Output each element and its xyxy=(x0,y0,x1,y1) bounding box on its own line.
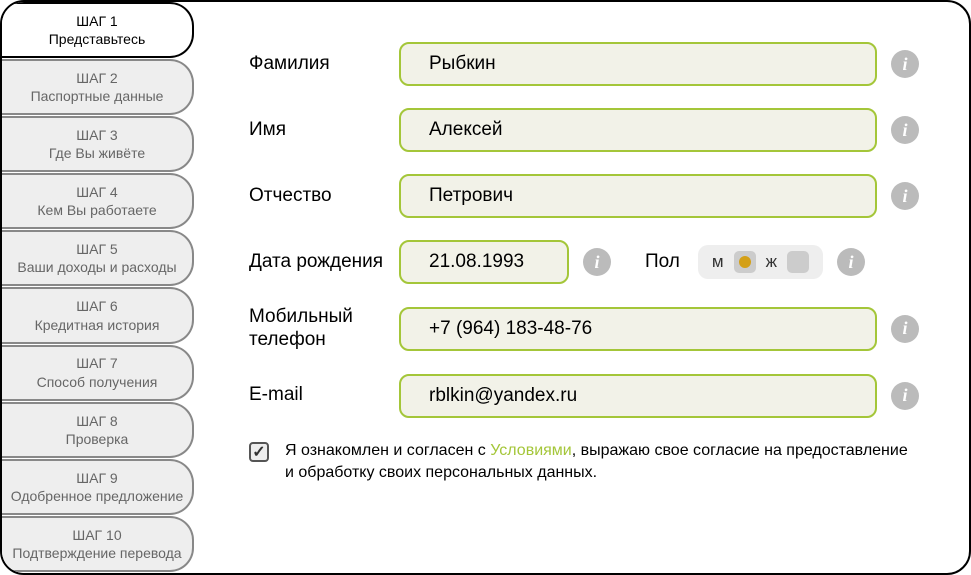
info-icon[interactable]: i xyxy=(583,248,611,276)
steps-sidebar: ШАГ 1ПредставьтесьШАГ 2Паспортные данные… xyxy=(2,2,194,573)
row-phone: Мобильный телефон i xyxy=(249,306,919,352)
step-item-8[interactable]: ШАГ 8Проверка xyxy=(2,402,194,458)
step-item-3[interactable]: ШАГ 3Где Вы живёте xyxy=(2,116,194,172)
consent-text: Я ознакомлен и согласен с Условиями, выр… xyxy=(285,440,919,485)
row-email: E-mail i xyxy=(249,374,919,418)
step-item-4[interactable]: ШАГ 4Кем Вы работаете xyxy=(2,173,194,229)
step-num: ШАГ 1 xyxy=(76,12,117,30)
step-title: Представьтесь xyxy=(49,30,146,48)
gender-m-radio[interactable] xyxy=(734,251,756,273)
gender-m-label: м xyxy=(712,252,724,272)
step-num: ШАГ 4 xyxy=(76,183,117,201)
row-firstname: Имя i xyxy=(249,108,919,152)
step-num: ШАГ 7 xyxy=(76,354,117,372)
step-title: Кредитная история xyxy=(35,316,160,334)
consent-prefix: Я ознакомлен и согласен с xyxy=(285,442,490,459)
step-title: Где Вы живёте xyxy=(49,144,145,162)
step-num: ШАГ 2 xyxy=(76,69,117,87)
phone-label: Мобильный телефон xyxy=(249,306,399,352)
firstname-input[interactable] xyxy=(399,108,877,152)
row-patronymic: Отчество i xyxy=(249,174,919,218)
info-icon[interactable]: i xyxy=(891,182,919,210)
email-label: E-mail xyxy=(249,384,399,407)
row-consent: Я ознакомлен и согласен с Условиями, выр… xyxy=(249,440,919,485)
step-title: Кем Вы работаете xyxy=(37,201,156,219)
step-item-5[interactable]: ШАГ 5Ваши доходы и расходы xyxy=(2,230,194,286)
row-dob-gender: Дата рождения i Пол м ж i xyxy=(249,240,919,284)
email-input[interactable] xyxy=(399,374,877,418)
info-icon[interactable]: i xyxy=(837,248,865,276)
step-num: ШАГ 10 xyxy=(72,526,121,544)
gender-f-label: ж xyxy=(766,252,777,272)
step-item-6[interactable]: ШАГ 6Кредитная история xyxy=(2,287,194,343)
phone-input[interactable] xyxy=(399,307,877,351)
step-num: ШАГ 8 xyxy=(76,412,117,430)
info-icon[interactable]: i xyxy=(891,315,919,343)
patronymic-label: Отчество xyxy=(249,185,399,208)
step-title: Паспортные данные xyxy=(31,87,164,105)
step-title: Одобренное предложение xyxy=(11,487,184,505)
consent-link[interactable]: Условиями xyxy=(490,442,572,459)
consent-checkbox[interactable] xyxy=(249,442,269,462)
step-num: ШАГ 5 xyxy=(76,240,117,258)
info-icon[interactable]: i xyxy=(891,50,919,78)
step-num: ШАГ 6 xyxy=(76,297,117,315)
dob-label: Дата рождения xyxy=(249,251,399,274)
step-num: ШАГ 9 xyxy=(76,469,117,487)
gender-label: Пол xyxy=(645,251,680,273)
firstname-label: Имя xyxy=(249,119,399,142)
step-num: ШАГ 3 xyxy=(76,126,117,144)
step-item-10[interactable]: ШАГ 10Подтверждение перевода xyxy=(2,516,194,572)
step-item-1[interactable]: ШАГ 1Представьтесь xyxy=(2,2,194,58)
step-item-2[interactable]: ШАГ 2Паспортные данные xyxy=(2,59,194,115)
gender-group: м ж xyxy=(698,245,823,279)
info-icon[interactable]: i xyxy=(891,382,919,410)
lastname-input[interactable] xyxy=(399,42,877,86)
step-title: Проверка xyxy=(66,430,129,448)
form-panel: Фамилия i Имя i Отчество i Дата рождения… xyxy=(194,2,969,573)
gender-f-radio[interactable] xyxy=(787,251,809,273)
step-item-9[interactable]: ШАГ 9Одобренное предложение xyxy=(2,459,194,515)
lastname-label: Фамилия xyxy=(249,53,399,76)
step-title: Ваши доходы и расходы xyxy=(17,258,176,276)
app-container: ШАГ 1ПредставьтесьШАГ 2Паспортные данные… xyxy=(0,0,971,575)
patronymic-input[interactable] xyxy=(399,174,877,218)
info-icon[interactable]: i xyxy=(891,116,919,144)
step-title: Подтверждение перевода xyxy=(12,544,181,562)
step-title: Способ получения xyxy=(37,373,158,391)
dob-input[interactable] xyxy=(399,240,569,284)
row-lastname: Фамилия i xyxy=(249,42,919,86)
step-item-7[interactable]: ШАГ 7Способ получения xyxy=(2,345,194,401)
